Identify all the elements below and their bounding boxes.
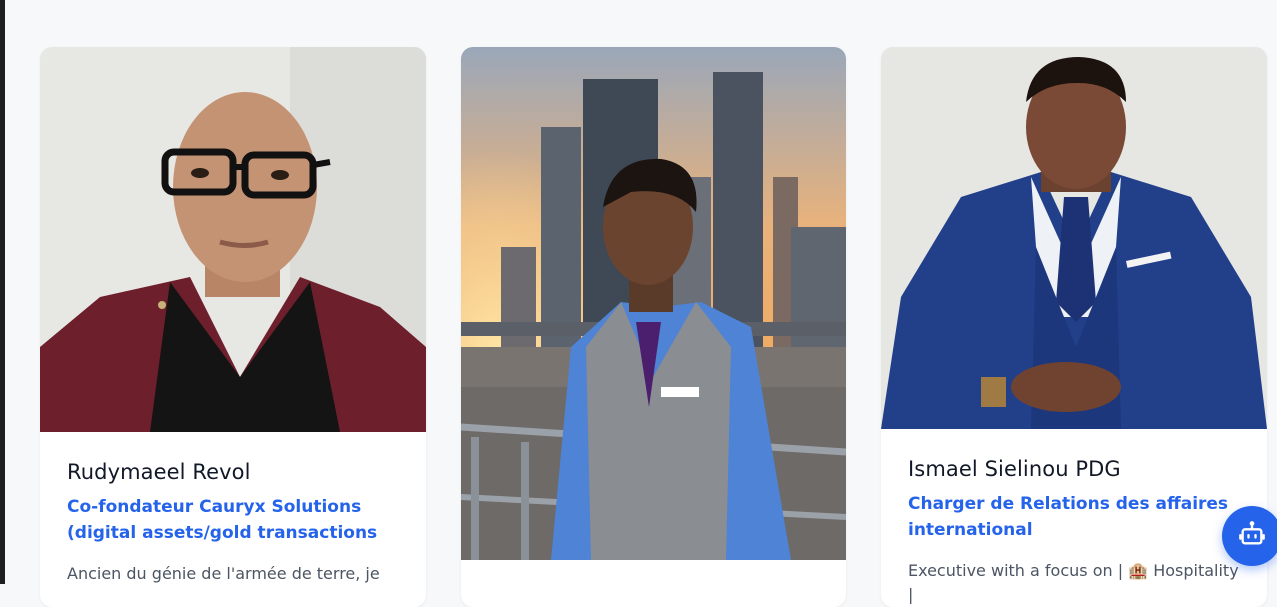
member-role: Charger de Relations des affaires intern… bbox=[908, 494, 1229, 540]
team-member-card-2[interactable] bbox=[461, 47, 846, 607]
team-member-card-ismael[interactable]: Ismael Sielinou PDG Charger de Relations… bbox=[881, 47, 1267, 607]
member-name: Rudymaeel Revol bbox=[67, 460, 251, 484]
member-role: Co-fondateur Cauryx Solutions (digital a… bbox=[67, 497, 378, 543]
member-photo bbox=[881, 47, 1267, 429]
member-bio: Executive with a focus on | 🏨 Hospitalit… bbox=[908, 561, 1239, 604]
team-member-card-rudymaeel[interactable]: Rudymaeel Revol Co-fondateur Cauryx Solu… bbox=[40, 47, 426, 607]
robot-icon bbox=[1238, 520, 1266, 552]
member-photo bbox=[40, 47, 426, 432]
window-left-edge bbox=[0, 0, 5, 584]
chatbot-button[interactable] bbox=[1222, 506, 1277, 566]
member-photo bbox=[461, 47, 846, 560]
member-name: Ismael Sielinou PDG bbox=[908, 457, 1121, 481]
member-bio: Ancien du génie de l'armée de terre, je bbox=[67, 564, 380, 583]
